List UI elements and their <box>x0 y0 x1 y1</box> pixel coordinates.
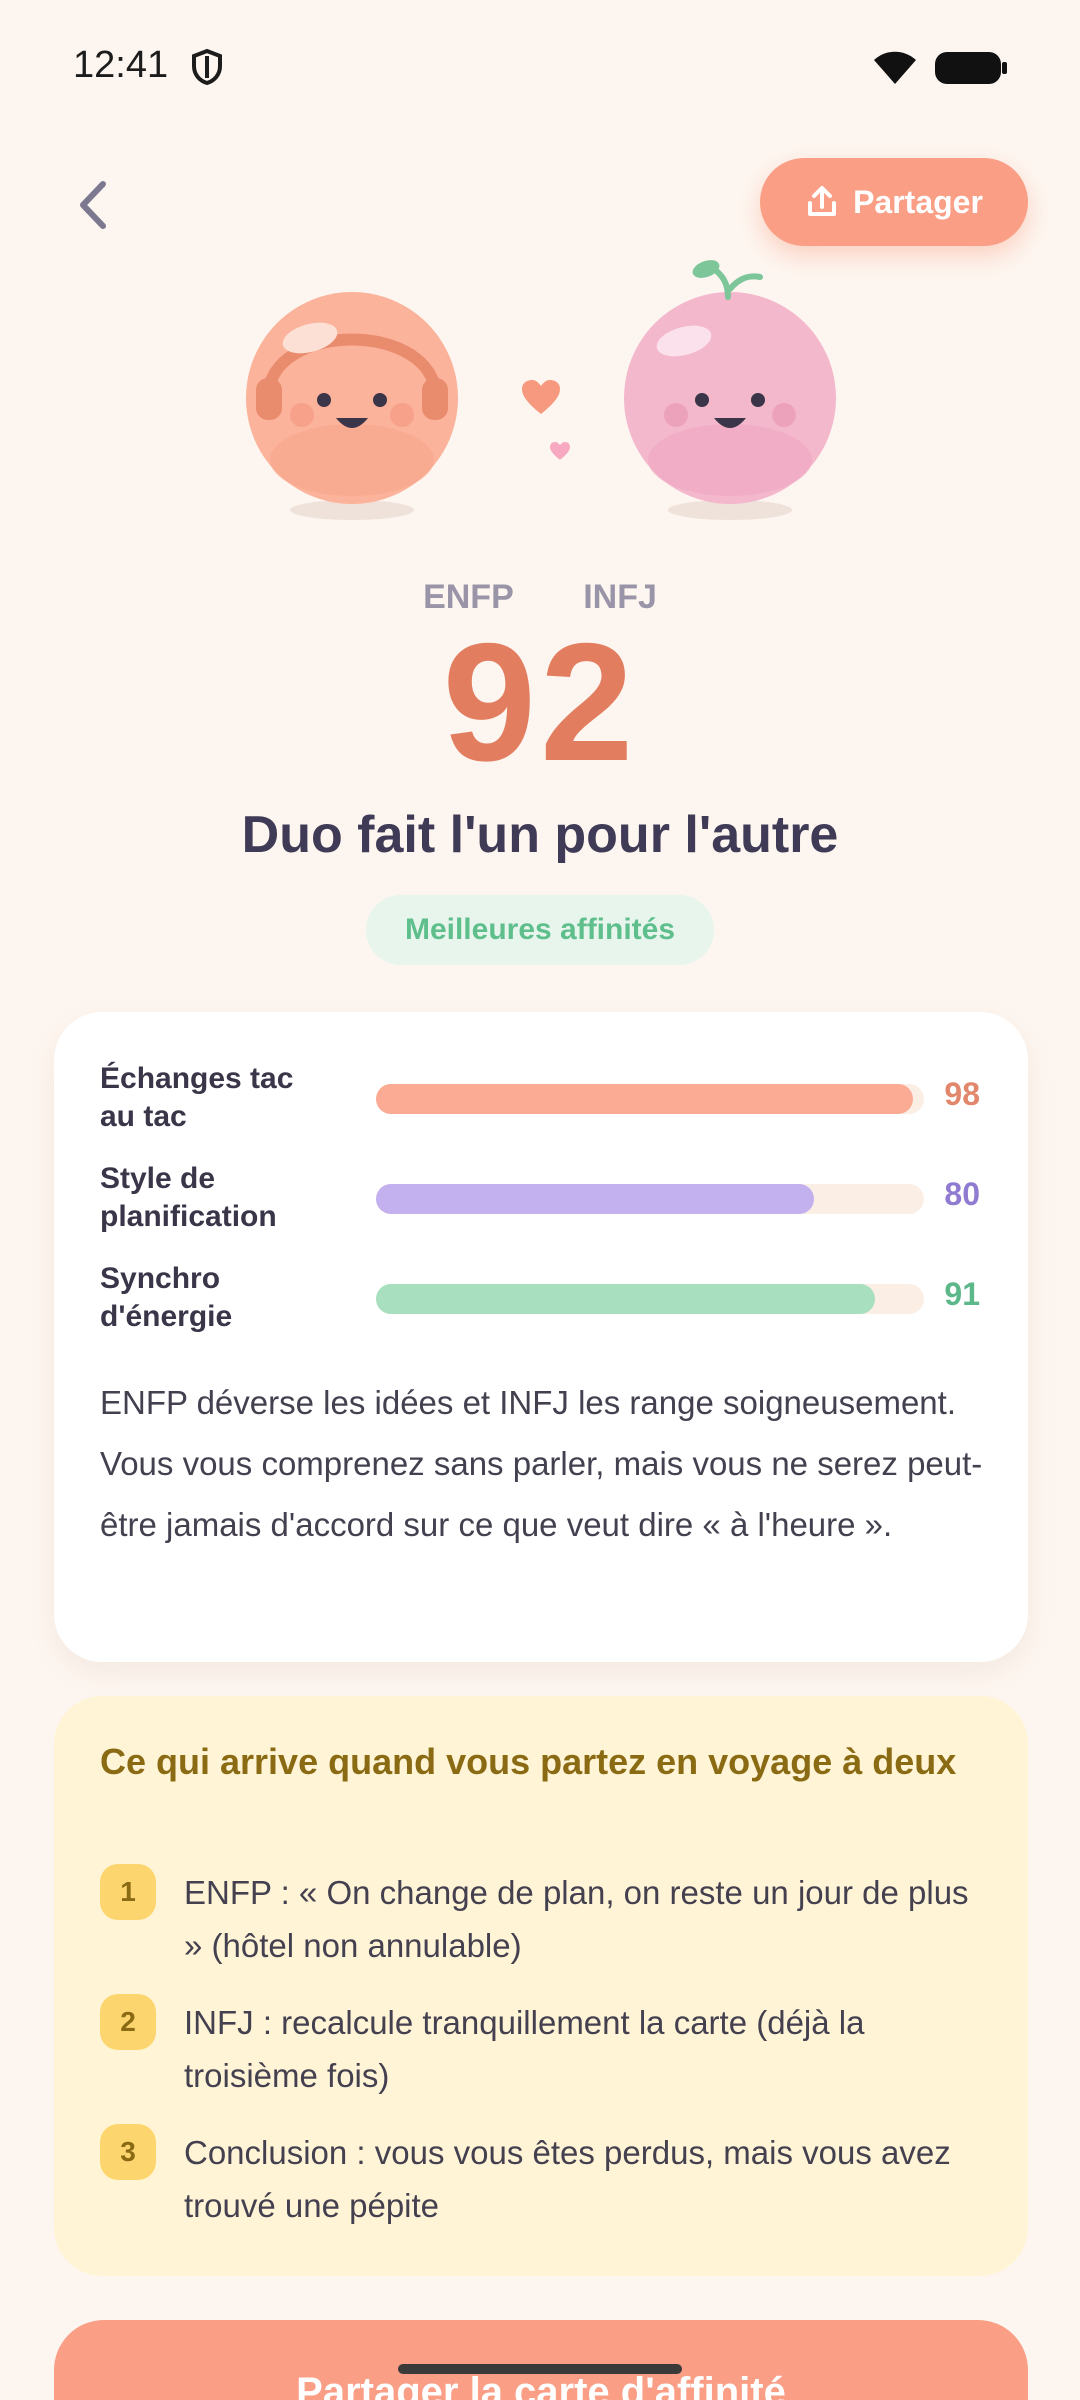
metric-value: 98 <box>944 1076 980 1112</box>
shield-icon <box>192 48 222 86</box>
trip-item-text: INFJ : recalcule tranquillement la carte… <box>184 2004 865 2094</box>
trip-title: Ce qui arrive quand vous partez en voyag… <box>100 1741 957 1782</box>
trip-card: Ce qui arrive quand vous partez en voyag… <box>54 1696 1028 2276</box>
home-indicator <box>398 2364 682 2374</box>
trip-item-number: 2 <box>100 1994 156 2050</box>
metric-bar-track <box>376 1084 924 1114</box>
metric-value: 80 <box>944 1176 980 1212</box>
metric-row: Synchro d'énergie 91 <box>100 1260 980 1340</box>
infj-character <box>624 260 836 520</box>
metric-label: Synchro d'énergie <box>100 1262 233 1333</box>
status-time: 12:41 <box>73 44 169 86</box>
characters-illustration <box>0 250 1080 550</box>
trip-item-text: Conclusion : vous vous êtes perdus, mais… <box>184 2134 951 2224</box>
metric-label: Échanges tac au tac <box>100 1062 294 1133</box>
metric-row: Style de planification 80 <box>100 1160 980 1240</box>
compatibility-score: 92 <box>442 608 638 796</box>
metric-value: 91 <box>944 1276 980 1312</box>
duo-title: Duo fait l'un pour l'autre <box>241 806 839 864</box>
metric-bar-fill <box>376 1184 815 1214</box>
metric-bar-fill <box>376 1084 914 1114</box>
metric-bar-track <box>376 1184 924 1214</box>
trip-item-text: ENFP : « On change de plan, on reste un … <box>184 1874 969 1964</box>
share-button[interactable]: Partager <box>760 158 1028 246</box>
heart-icon <box>522 380 560 414</box>
small-heart-icon <box>550 442 570 460</box>
trip-item-number: 1 <box>100 1864 156 1920</box>
compatibility-description: ENFP déverse les idées et INFJ les range… <box>100 1384 983 1543</box>
status-bar: 12:41 <box>0 0 1080 130</box>
wifi-icon <box>874 51 916 84</box>
trip-item-number: 3 <box>100 2124 156 2180</box>
chevron-left-icon <box>80 181 106 229</box>
metric-bar-fill <box>376 1284 875 1314</box>
back-button[interactable] <box>62 170 122 240</box>
share-card-button[interactable]: Partager la carte d'affinité <box>54 2320 1028 2400</box>
share-button-label: Partager <box>853 183 983 220</box>
metric-label: Style de planification <box>100 1162 277 1233</box>
affinity-badge: Meilleures affinités <box>366 895 714 965</box>
share-icon <box>808 186 837 216</box>
enfp-character <box>246 292 458 520</box>
metric-bar-track <box>376 1284 924 1314</box>
battery-icon <box>935 52 1007 84</box>
metric-row: Échanges tac au tac 98 <box>100 1060 980 1140</box>
compatibility-card: Échanges tac au tac 98 Style de planific… <box>54 1012 1028 1662</box>
share-card-button-label: Partager la carte d'affinité <box>296 2370 786 2400</box>
